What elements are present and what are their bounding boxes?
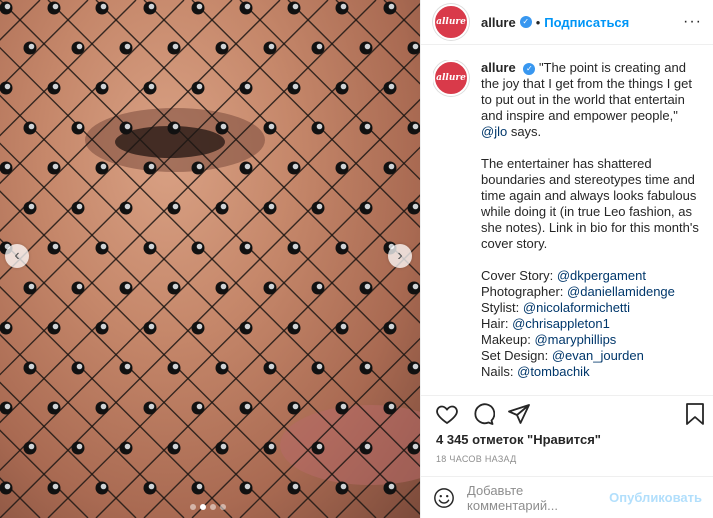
mention-link[interactable]: @nicolaformichetti <box>523 300 630 315</box>
comment-input[interactable]: Добавьте комментарий... <box>467 483 609 513</box>
credit-role: Makeup: <box>481 332 535 347</box>
carousel-dot <box>210 504 216 510</box>
mention-link[interactable]: @maryphillips <box>534 332 616 347</box>
mention-link[interactable]: @tombachik <box>517 364 589 379</box>
next-photo-button[interactable]: › <box>388 244 412 268</box>
mention-link[interactable]: @daniellamidenge <box>567 284 675 299</box>
caption-text: allure ✓ "The point is creating and the … <box>481 60 704 380</box>
verified-badge-icon: ✓ <box>523 62 536 75</box>
credit-role: Cover Story: <box>481 268 557 283</box>
credit-line: Cover Story: @dkpergament <box>481 268 704 284</box>
action-bar <box>421 395 713 432</box>
comment-icon[interactable] <box>471 402 495 426</box>
credit-role: Stylist: <box>481 300 523 315</box>
prev-photo-button[interactable]: ‹ <box>5 244 29 268</box>
credit-role: Nails: <box>481 364 518 379</box>
caption-author-link[interactable]: allure <box>481 60 516 75</box>
chevron-right-icon: › <box>397 247 403 264</box>
share-icon[interactable] <box>507 402 531 426</box>
net-pattern <box>0 0 420 518</box>
separator: • <box>535 14 541 30</box>
carousel-dot <box>200 504 206 510</box>
username-link[interactable]: allure <box>481 15 516 30</box>
credit-line: Hair: @chrisappleton1 <box>481 316 704 332</box>
credit-role: Hair: <box>481 316 513 331</box>
credit-role: Photographer: <box>481 284 568 299</box>
post-photo[interactable]: ‹ › <box>0 0 420 518</box>
emoji-icon[interactable] <box>433 487 455 509</box>
likes-count[interactable]: 4 345 отметок "Нравится" <box>436 432 601 447</box>
credit-line: Photographer: @daniellamidenge <box>481 284 704 300</box>
credit-line: Makeup: @maryphillips <box>481 332 704 348</box>
mention-link[interactable]: @chrisappleton1 <box>512 316 610 331</box>
credit-line: Stylist: @nicolaformichetti <box>481 300 704 316</box>
post-details-panel: allure allure ✓ • Подписаться ··· allure… <box>420 0 713 518</box>
follow-button[interactable]: Подписаться <box>544 15 629 30</box>
bookmark-icon[interactable] <box>683 402 707 426</box>
avatar[interactable]: allure <box>433 4 469 40</box>
verified-badge-icon: ✓ <box>519 16 532 28</box>
credits-list: Cover Story: @dkpergament Photographer: … <box>481 268 704 380</box>
post-header: allure allure ✓ • Подписаться ··· <box>421 0 713 45</box>
mention-link[interactable]: @evan_jourden <box>552 348 644 363</box>
post-comment-button[interactable]: Опубликовать <box>609 490 702 505</box>
caption-paragraph: The entertainer has shattered boundaries… <box>481 156 699 251</box>
caption-avatar[interactable]: allure <box>433 60 469 96</box>
carousel-dot <box>190 504 196 510</box>
comment-bar: Добавьте комментарий... Опубликовать <box>421 476 713 518</box>
avatar-text: allure <box>436 73 466 83</box>
carousel-dot <box>220 504 226 510</box>
heart-icon[interactable] <box>435 402 459 426</box>
credit-line: Set Design: @evan_jourden <box>481 348 704 364</box>
caption: allure allure ✓ "The point is creating a… <box>433 60 713 386</box>
credit-role: Set Design: <box>481 348 552 363</box>
mention-link[interactable]: @jlo <box>481 124 507 139</box>
avatar-text: allure <box>436 17 466 27</box>
post-timestamp[interactable]: 18 ЧАСОВ НАЗАД <box>436 454 517 464</box>
credit-line: Nails: @tombachik <box>481 364 704 380</box>
more-options-icon[interactable]: ··· <box>683 13 702 31</box>
carousel-indicator <box>190 504 226 510</box>
caption-quote-end: says. <box>507 124 542 139</box>
mention-link[interactable]: @dkpergament <box>557 268 646 283</box>
chevron-left-icon: ‹ <box>14 247 20 264</box>
